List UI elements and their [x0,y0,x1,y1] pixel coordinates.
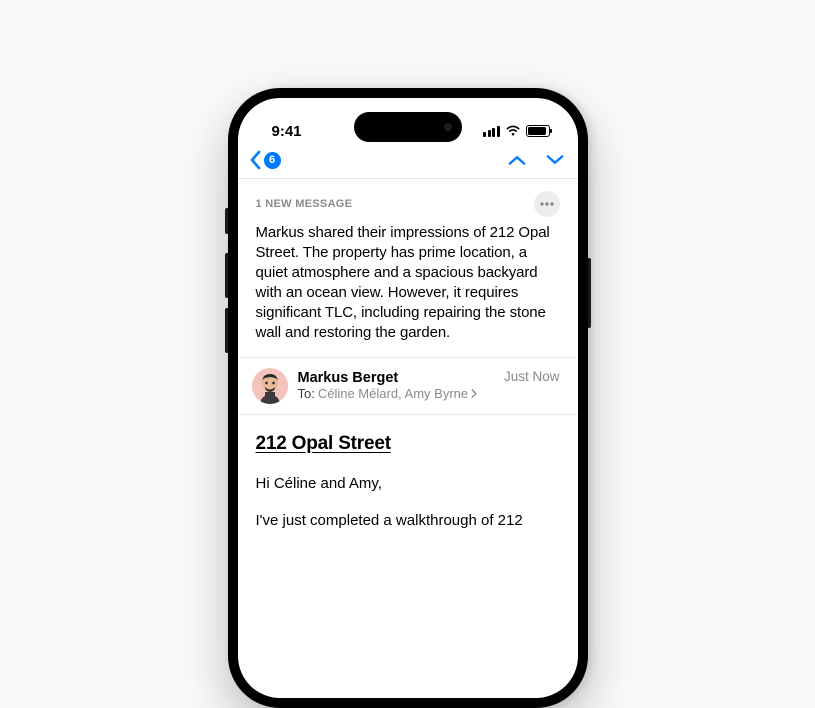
email-greeting: Hi Céline and Amy, [256,473,560,494]
cellular-icon [483,126,500,137]
phone-volume-down [225,308,228,353]
email-subject: 212 Opal Street [256,433,560,455]
wifi-icon [505,125,521,137]
phone-volume-up [225,253,228,298]
unread-badge: 6 [264,152,281,169]
camera-dot [444,123,452,131]
recipients: Céline Mélard, Amy Byrne [318,386,468,401]
summary-text: Markus shared their impressions of 212 O… [256,223,560,343]
to-label: To: [298,386,315,401]
next-message-button[interactable] [546,154,564,166]
chevron-left-icon [248,150,262,170]
timestamp: Just Now [504,369,560,384]
memoji-icon [252,368,288,404]
email-body: 212 Opal Street Hi Céline and Amy, I've … [238,415,578,531]
phone-silence-switch [225,208,228,234]
email-paragraph: I've just completed a walkthrough of 212 [256,510,560,531]
summary-label: 1 NEW MESSAGE [256,198,353,210]
sender-name: Markus Berget [298,370,494,386]
chevron-right-icon [471,389,477,398]
ellipsis-icon [540,202,554,206]
nav-bar: 6 [238,146,578,178]
sender-avatar[interactable] [252,368,288,404]
battery-icon [526,125,550,137]
phone-screen: 9:41 6 1 NEW MESSAGE [238,98,578,698]
more-button[interactable] [534,191,560,217]
status-time: 9:41 [272,123,302,140]
phone-side-button [588,258,591,328]
sender-section[interactable]: Markus Berget To: Céline Mélard, Amy Byr… [238,357,578,415]
recipients-line[interactable]: To: Céline Mélard, Amy Byrne [298,386,494,401]
dynamic-island [354,112,462,142]
prev-message-button[interactable] [508,154,526,166]
back-button[interactable]: 6 [248,150,281,170]
phone-frame: 9:41 6 1 NEW MESSAGE [228,88,588,708]
summary-section: 1 NEW MESSAGE Markus shared their impres… [238,179,578,357]
